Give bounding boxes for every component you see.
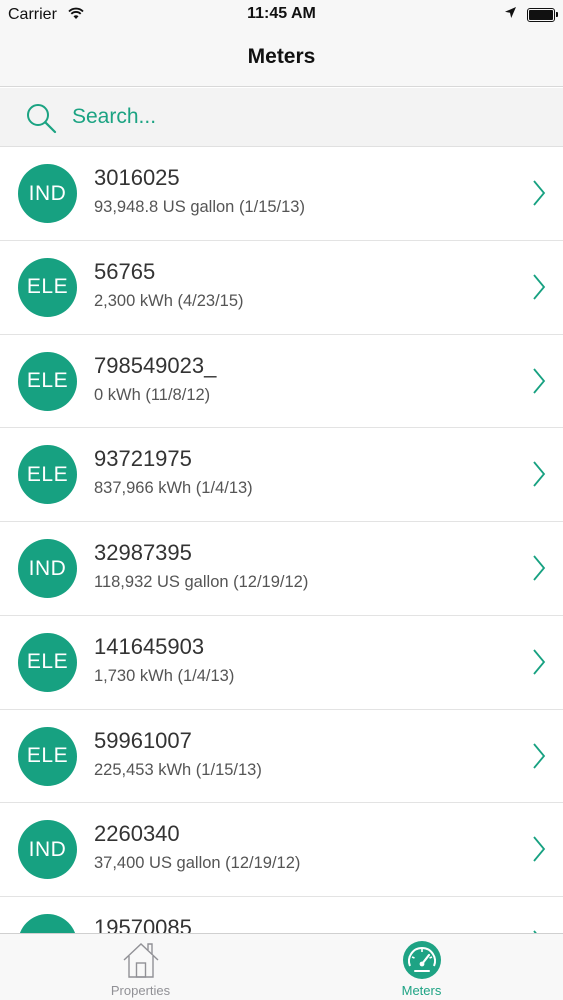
chevron-right-icon bbox=[533, 461, 546, 487]
meter-type-badge: ELE bbox=[18, 351, 77, 411]
meter-id: 2260340 bbox=[94, 821, 180, 847]
tab-meters-label: Meters bbox=[401, 983, 442, 998]
tab-properties[interactable]: Properties bbox=[0, 934, 281, 1000]
meter-reading: 837,966 kWh (1/4/13) bbox=[94, 479, 253, 498]
meter-type-badge: ELE bbox=[18, 257, 77, 317]
chevron-right-icon bbox=[533, 555, 546, 581]
battery-icon bbox=[527, 8, 558, 22]
chevron-right-icon bbox=[533, 180, 546, 206]
meter-type-badge: ELE bbox=[18, 445, 77, 505]
list-item[interactable]: ELE 59961007 225,453 kWh (1/15/13) bbox=[0, 709, 563, 804]
tab-properties-label: Properties bbox=[110, 983, 171, 998]
meter-type-badge: IND bbox=[18, 164, 77, 223]
tab-bar: Properties Meters bbox=[0, 933, 563, 1000]
chevron-right-icon bbox=[533, 742, 546, 769]
navigation-bar: Meters bbox=[0, 30, 563, 87]
meter-id: 3016025 bbox=[94, 165, 180, 190]
meter-type-badge: ELE bbox=[18, 726, 77, 786]
meter-type-badge: IND bbox=[18, 914, 77, 933]
meter-reading: 1,730 kWh (1/4/13) bbox=[94, 666, 235, 685]
house-icon bbox=[123, 943, 158, 978]
meter-id: 141645903 bbox=[94, 633, 205, 659]
tab-meters[interactable]: Meters bbox=[281, 934, 562, 1000]
meter-id: 32987395 bbox=[94, 540, 192, 565]
gauge-icon bbox=[402, 941, 441, 979]
meter-reading: 118,932 US gallon (12/19/12) bbox=[94, 573, 309, 591]
search-input[interactable] bbox=[72, 101, 542, 133]
meter-id: 798549023_ bbox=[94, 352, 217, 378]
list-item[interactable]: IND 3016025 93,948.8 US gallon (1/15/13) bbox=[0, 147, 563, 241]
list-item[interactable]: IND 32987395 118,932 US gallon (12/19/12… bbox=[0, 522, 563, 616]
list-item[interactable]: ELE 141645903 1,730 kWh (1/4/13) bbox=[0, 615, 563, 710]
list-item[interactable]: IND 19570085 bbox=[0, 897, 563, 933]
meter-reading: 37,400 US gallon (12/19/12) bbox=[94, 854, 301, 873]
meter-reading: 225,453 kWh (1/15/13) bbox=[94, 760, 262, 779]
chevron-right-icon bbox=[533, 274, 546, 300]
meter-id: 19570085 bbox=[94, 915, 192, 933]
meter-id: 93721975 bbox=[94, 446, 192, 472]
meter-list: IND 3016025 93,948.8 US gallon (1/15/13)… bbox=[0, 147, 563, 933]
list-item[interactable]: ELE 93721975 837,966 kWh (1/4/13) bbox=[0, 428, 563, 522]
meter-type-badge: IND bbox=[18, 820, 77, 880]
meter-reading: 93,948.8 US gallon (1/15/13) bbox=[94, 198, 305, 216]
meter-type-badge: ELE bbox=[18, 632, 77, 692]
chevron-right-icon bbox=[533, 836, 546, 862]
meter-type-badge: IND bbox=[18, 539, 77, 598]
list-item[interactable]: ELE 56765 2,300 kWh (4/23/15) bbox=[0, 240, 563, 335]
page-title: Meters bbox=[247, 45, 316, 68]
meter-id: 59961007 bbox=[94, 727, 192, 753]
list-item[interactable]: IND 2260340 37,400 US gallon (12/19/12) bbox=[0, 803, 563, 897]
list-item[interactable]: ELE 798549023_ 0 kWh (11/8/12) bbox=[0, 334, 563, 429]
search-icon bbox=[27, 104, 57, 134]
meter-id: 56765 bbox=[94, 258, 156, 284]
status-bar: Carrier 11:45 AM bbox=[0, 0, 563, 30]
meter-reading: 2,300 kWh (4/23/15) bbox=[94, 291, 244, 310]
status-time: 11:45 AM bbox=[247, 5, 316, 22]
search-bar bbox=[0, 88, 563, 147]
meter-reading: 0 kWh (11/8/12) bbox=[94, 385, 211, 404]
location-icon bbox=[505, 7, 516, 18]
chevron-right-icon bbox=[533, 367, 546, 394]
chevron-right-icon bbox=[533, 649, 546, 675]
